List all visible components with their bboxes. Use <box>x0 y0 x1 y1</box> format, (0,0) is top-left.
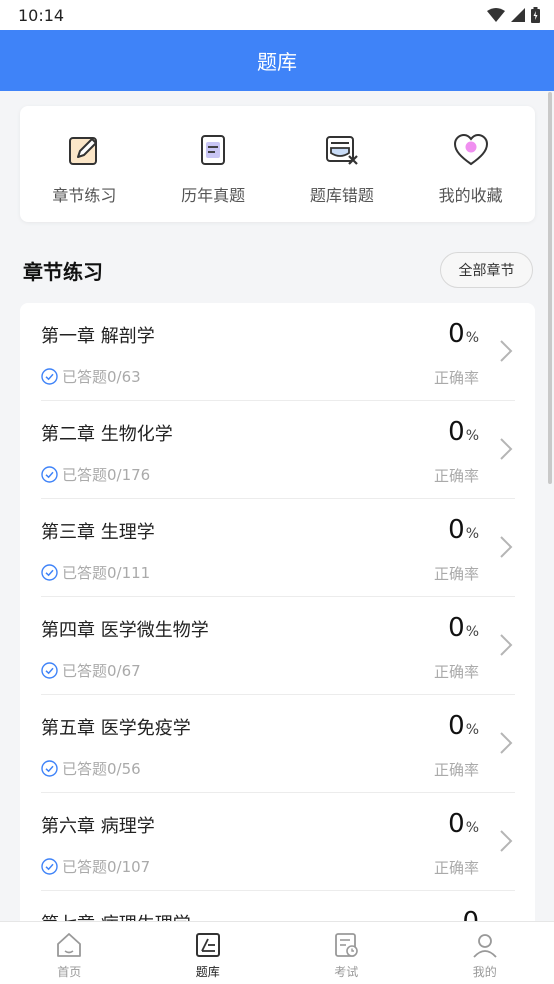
quick-action-favorites[interactable]: 我的收藏 <box>406 106 535 222</box>
accuracy-label: 正确率 <box>433 565 479 583</box>
check-circle-icon <box>41 858 58 875</box>
tab-label: 考试 <box>334 965 359 979</box>
check-circle-icon <box>41 564 58 581</box>
chapter-title: 第一章 解剖学 <box>41 326 155 347</box>
answered-count: 已答题0/67 <box>41 660 141 681</box>
all-chapters-button[interactable]: 全部章节 <box>440 252 533 288</box>
tab-home[interactable]: 首页 <box>0 922 139 984</box>
answered-count-text: 已答题0/63 <box>62 368 141 386</box>
chapter-row[interactable]: 第六章 病理学 已答题0/107 0% 正确率 <box>20 793 535 891</box>
tab-exam[interactable]: 考试 <box>277 922 416 984</box>
accuracy-label: 正确率 <box>433 663 479 681</box>
accuracy-unit: % <box>465 428 479 444</box>
check-circle-icon <box>41 662 58 679</box>
profile-icon <box>470 930 500 960</box>
tab-question-bank[interactable]: 题库 <box>139 922 278 984</box>
accuracy-value: 0% <box>448 319 479 349</box>
answered-count-text: 已答题0/111 <box>62 564 151 582</box>
bottom-tab-bar: 首页 题库 考试 我的 <box>0 921 554 984</box>
accuracy-unit: % <box>465 722 479 738</box>
chapter-row[interactable]: 第三章 生理学 已答题0/111 0% 正确率 <box>20 499 535 597</box>
accuracy-label: 正确率 <box>433 467 479 485</box>
chapter-row[interactable]: 第二章 生物化学 已答题0/176 0% 正确率 <box>20 401 535 499</box>
status-icons <box>487 7 540 23</box>
accuracy-unit: % <box>465 624 479 640</box>
scrollbar[interactable] <box>548 92 552 484</box>
quick-action-chapter-practice[interactable]: 章节练习 <box>20 106 149 222</box>
chapter-title: 第二章 生物化学 <box>41 424 173 445</box>
accuracy-value: 0% <box>448 515 479 545</box>
chapter-row[interactable]: 第五章 医学免疫学 已答题0/56 0% 正确率 <box>20 695 535 793</box>
accuracy-value: 0% <box>448 809 479 839</box>
status-time: 10:14 <box>18 5 65 25</box>
signal-icon <box>511 8 525 22</box>
check-circle-icon <box>41 368 58 385</box>
chapter-list: 第一章 解剖学 已答题0/63 0% 正确率 第二章 生物化学 已答题0/176… <box>20 303 535 943</box>
accuracy-number: 0 <box>448 515 465 545</box>
quick-action-label: 我的收藏 <box>438 186 503 205</box>
status-bar: 10:14 <box>0 0 554 30</box>
chapter-title: 第三章 生理学 <box>41 522 155 543</box>
accuracy-value: 0% <box>448 417 479 447</box>
edit-note-icon <box>66 132 102 168</box>
home-icon <box>54 930 84 960</box>
app-header: 题库 <box>0 30 554 91</box>
chevron-right-icon <box>500 634 513 656</box>
exam-icon <box>331 930 361 960</box>
tab-label: 首页 <box>57 965 82 979</box>
section-header: 章节练习 全部章节 <box>23 251 533 289</box>
wrong-questions-icon <box>324 132 360 168</box>
accuracy-number: 0 <box>448 417 465 447</box>
accuracy-number: 0 <box>448 613 465 643</box>
accuracy-label: 正确率 <box>433 761 479 779</box>
accuracy-value: 0% <box>448 613 479 643</box>
section-title: 章节练习 <box>23 259 103 284</box>
accuracy-value: 0% <box>448 711 479 741</box>
chevron-right-icon <box>500 830 513 852</box>
accuracy-unit: % <box>465 820 479 836</box>
answered-count: 已答题0/111 <box>41 562 150 583</box>
accuracy-unit: % <box>465 330 479 346</box>
tab-profile[interactable]: 我的 <box>416 922 554 984</box>
wifi-icon <box>487 8 505 22</box>
document-icon <box>195 132 231 168</box>
chapter-row[interactable]: 第四章 医学微生物学 已答题0/67 0% 正确率 <box>20 597 535 695</box>
chevron-right-icon <box>500 732 513 754</box>
quick-actions-card: 章节练习 历年真题 题库错题 我的收藏 <box>20 106 535 222</box>
heart-icon <box>453 132 489 168</box>
accuracy-label: 正确率 <box>433 859 479 877</box>
chapter-title: 第六章 病理学 <box>41 816 155 837</box>
chevron-right-icon <box>500 438 513 460</box>
accuracy-number: 0 <box>448 711 465 741</box>
page-title: 题库 <box>257 50 297 74</box>
chapter-title: 第四章 医学微生物学 <box>41 620 209 641</box>
accuracy-number: 0 <box>448 809 465 839</box>
answered-count-text: 已答题0/107 <box>62 858 151 876</box>
battery-icon <box>531 7 540 23</box>
chapter-row[interactable]: 第一章 解剖学 已答题0/63 0% 正确率 <box>20 303 535 401</box>
chapter-title: 第五章 医学免疫学 <box>41 718 191 739</box>
check-circle-icon <box>41 760 58 777</box>
answered-count: 已答题0/107 <box>41 856 150 877</box>
quick-action-past-exams[interactable]: 历年真题 <box>149 106 278 222</box>
answered-count: 已答题0/63 <box>41 366 141 387</box>
tab-label: 题库 <box>195 965 220 979</box>
answered-count: 已答题0/56 <box>41 758 141 779</box>
chevron-right-icon <box>500 536 513 558</box>
quick-action-label: 章节练习 <box>52 186 117 205</box>
accuracy-unit: % <box>465 526 479 542</box>
answered-count-text: 已答题0/56 <box>62 760 141 778</box>
answered-count-text: 已答题0/67 <box>62 662 141 680</box>
quick-action-label: 历年真题 <box>181 186 246 205</box>
tab-label: 我的 <box>472 965 497 979</box>
question-bank-icon <box>193 930 223 960</box>
chevron-right-icon <box>500 340 513 362</box>
answered-count: 已答题0/176 <box>41 464 150 485</box>
accuracy-number: 0 <box>448 319 465 349</box>
accuracy-label: 正确率 <box>433 369 479 387</box>
quick-action-label: 题库错题 <box>309 186 374 205</box>
check-circle-icon <box>41 466 58 483</box>
answered-count-text: 已答题0/176 <box>62 466 151 484</box>
quick-action-wrong-questions[interactable]: 题库错题 <box>278 106 407 222</box>
